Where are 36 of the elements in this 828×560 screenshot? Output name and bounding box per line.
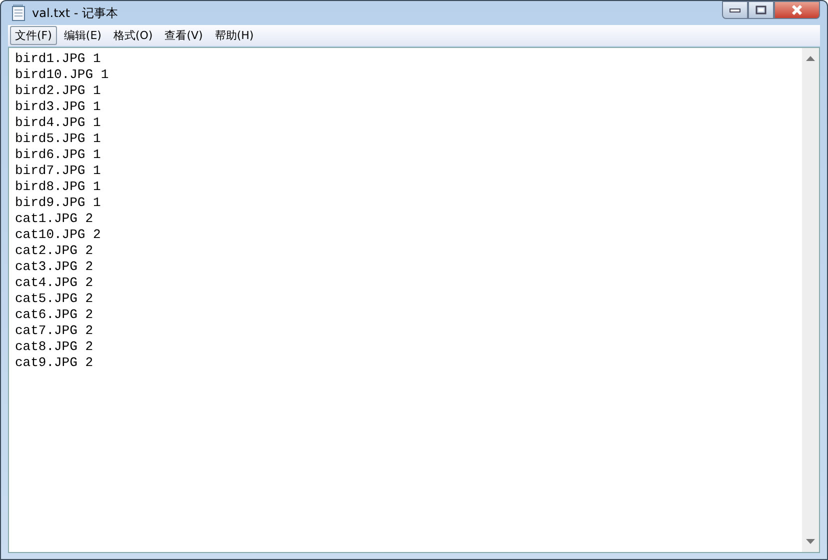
text-line: bird2.JPG 1 xyxy=(15,83,102,99)
text-line: cat10.JPG 2 xyxy=(15,227,102,243)
text-line: cat1.JPG 2 xyxy=(15,211,94,227)
text-line: cat7.JPG 2 xyxy=(15,323,94,339)
menu-item[interactable]: 帮助(H) xyxy=(210,26,259,45)
text-line: cat5.JPG 2 xyxy=(15,291,94,307)
text-line: bird5.JPG 1 xyxy=(15,131,102,147)
notepad-icon xyxy=(11,4,27,22)
maximize-button[interactable] xyxy=(748,1,774,19)
text-line: cat4.JPG 2 xyxy=(15,275,94,291)
vertical-scrollbar[interactable] xyxy=(802,48,819,552)
text-line: bird10.JPG 1 xyxy=(15,67,110,83)
text-line: bird7.JPG 1 xyxy=(15,163,102,179)
minimize-button[interactable] xyxy=(722,1,748,19)
text-line: cat6.JPG 2 xyxy=(15,307,94,323)
text-line: bird8.JPG 1 xyxy=(15,179,102,195)
menu-item[interactable]: 格式(O) xyxy=(108,26,158,45)
scroll-up-icon[interactable] xyxy=(806,56,815,61)
text-line: bird4.JPG 1 xyxy=(15,115,102,131)
text-line: bird1.JPG 1 xyxy=(15,51,102,67)
text-line: cat3.JPG 2 xyxy=(15,259,94,275)
close-button[interactable] xyxy=(774,1,820,19)
maximize-icon xyxy=(755,5,767,15)
menu-item[interactable]: 查看(V) xyxy=(160,26,208,45)
close-icon xyxy=(790,4,804,16)
scroll-down-icon[interactable] xyxy=(806,539,815,544)
text-line: bird3.JPG 1 xyxy=(15,99,102,115)
text-line: cat2.JPG 2 xyxy=(15,243,94,259)
text-line: bird9.JPG 1 xyxy=(15,195,102,211)
window-title: val.txt - 记事本 xyxy=(32,4,118,22)
text-line: bird6.JPG 1 xyxy=(15,147,102,163)
text-line: cat8.JPG 2 xyxy=(15,339,94,355)
menu-item[interactable]: 文件(F) xyxy=(10,26,57,45)
minimize-icon xyxy=(729,7,741,13)
menu-item[interactable]: 编辑(E) xyxy=(58,26,106,45)
text-line: cat9.JPG 2 xyxy=(15,355,94,371)
